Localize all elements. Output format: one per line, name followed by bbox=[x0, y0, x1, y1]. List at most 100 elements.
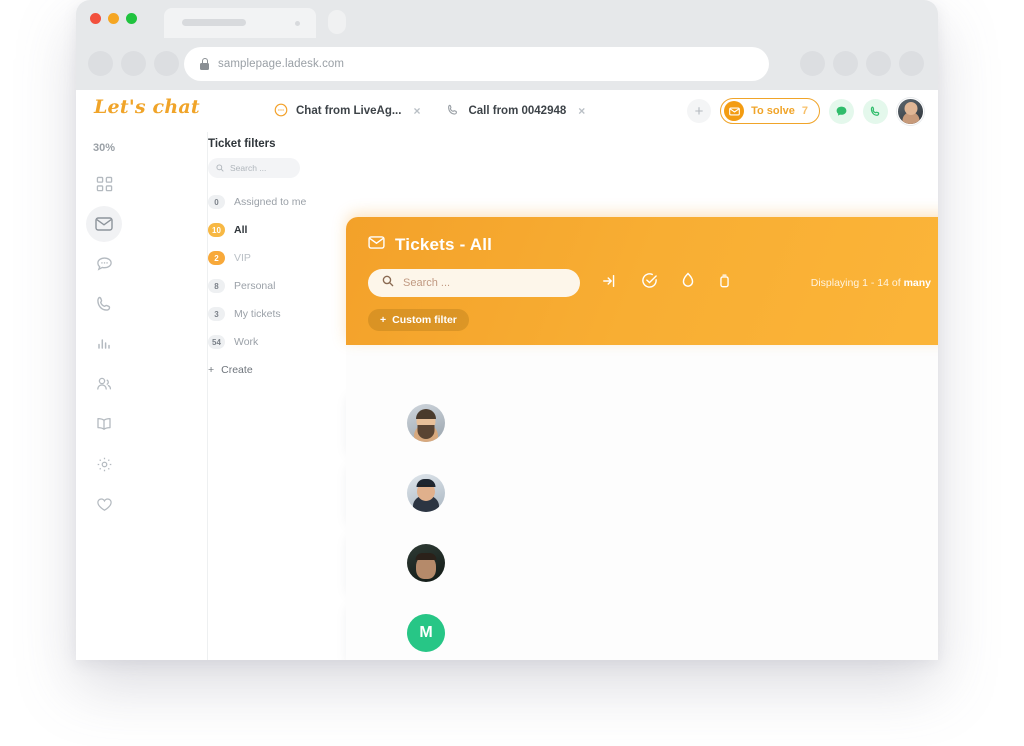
add-button[interactable]: + bbox=[687, 99, 712, 123]
search-icon bbox=[216, 159, 224, 177]
screenshot-root: samplepage.ladesk.com Let's chat Chat fr… bbox=[0, 0, 1024, 746]
close-window-button[interactable] bbox=[90, 13, 101, 24]
lock-icon bbox=[200, 58, 209, 70]
extension-button-1[interactable] bbox=[800, 51, 825, 76]
search-icon bbox=[382, 274, 394, 292]
chart-icon bbox=[96, 336, 112, 352]
filters-search-input[interactable]: Search ... bbox=[208, 158, 300, 178]
avatar bbox=[407, 544, 445, 582]
sidebar-item-tickets[interactable] bbox=[86, 206, 122, 242]
tab-label: Chat from LiveAg... bbox=[296, 105, 402, 117]
browser-extension-buttons[interactable] bbox=[800, 51, 924, 76]
filter-count-badge: 0 bbox=[208, 195, 225, 209]
mail-icon bbox=[368, 236, 385, 254]
sidebar-item-settings[interactable] bbox=[86, 446, 122, 482]
filter-label: My tickets bbox=[234, 308, 281, 320]
browser-tabstrip bbox=[76, 0, 938, 38]
chat-icon bbox=[96, 256, 113, 273]
grid-icon bbox=[96, 176, 113, 193]
avatar-initial: M bbox=[407, 614, 445, 652]
displaying-emphasis: many bbox=[903, 277, 931, 289]
maximize-window-button[interactable] bbox=[126, 13, 137, 24]
extension-button-2[interactable] bbox=[833, 51, 858, 76]
chat-bubble-icon bbox=[274, 103, 288, 120]
pagination-info: Displaying 1 - 14 of many bbox=[811, 273, 938, 293]
check-circle-icon[interactable] bbox=[641, 272, 658, 294]
tab-chat-from-liveagent[interactable]: Chat from LiveAg... × bbox=[274, 103, 420, 120]
custom-filter-label: Custom filter bbox=[392, 314, 457, 326]
filter-count-badge: 54 bbox=[208, 335, 225, 349]
sidebar-item-knowledge-base[interactable] bbox=[86, 406, 122, 442]
browser-tab[interactable] bbox=[164, 8, 316, 38]
conversation-tabs: Chat from LiveAg... × Call from 0042948 … bbox=[274, 90, 585, 132]
toolbar-icons bbox=[602, 272, 731, 294]
phone-icon bbox=[446, 103, 460, 120]
to-solve-badge[interactable]: To solve 7 bbox=[720, 98, 820, 124]
sidebar-item-customers[interactable] bbox=[86, 366, 122, 402]
window-controls[interactable] bbox=[90, 13, 137, 24]
trash-icon[interactable] bbox=[718, 273, 731, 294]
filter-item-assigned-to-me[interactable]: 0 Assigned to me bbox=[208, 190, 348, 214]
filter-item-vip[interactable]: 2 VIP bbox=[208, 246, 348, 270]
filter-item-work[interactable]: 54 Work bbox=[208, 330, 348, 354]
custom-filter-button[interactable]: + Custom filter bbox=[368, 309, 469, 331]
tickets-panel-header: Tickets - All Search ... Displaying 1 - … bbox=[346, 217, 938, 345]
ticket-filters-panel: Ticket filters Search ... 0 Assigned to … bbox=[132, 132, 306, 660]
login-arrow-icon[interactable] bbox=[602, 273, 618, 294]
icon-rail: 30% bbox=[76, 132, 132, 660]
sidebar-item-calls[interactable] bbox=[86, 286, 122, 322]
displaying-text: Displaying 1 - 14 of many bbox=[811, 277, 931, 289]
minimize-window-button[interactable] bbox=[108, 13, 119, 24]
heart-icon bbox=[96, 496, 113, 513]
browser-nav-buttons[interactable] bbox=[88, 51, 179, 76]
back-button[interactable] bbox=[88, 51, 113, 76]
extension-button-3[interactable] bbox=[866, 51, 891, 76]
chat-status-icon[interactable] bbox=[829, 98, 854, 124]
extension-button-4[interactable] bbox=[899, 51, 924, 76]
tab-close-icon[interactable]: × bbox=[413, 104, 420, 118]
reload-button[interactable] bbox=[154, 51, 179, 76]
filter-item-all[interactable]: 10 All bbox=[208, 218, 348, 242]
page-title-text: Tickets - All bbox=[395, 235, 493, 254]
filter-count-badge: 3 bbox=[208, 307, 225, 321]
filter-item-personal[interactable]: 8 Personal bbox=[208, 274, 348, 298]
app-header: Let's chat Chat from LiveAg... × Call fr… bbox=[76, 90, 938, 132]
sidebar-item-favorites[interactable] bbox=[86, 486, 122, 522]
address-bar[interactable]: samplepage.ladesk.com bbox=[184, 47, 769, 81]
sidebar-item-analytics[interactable] bbox=[86, 326, 122, 362]
tab-close-icon[interactable]: × bbox=[578, 104, 585, 118]
avatar[interactable] bbox=[897, 97, 924, 125]
filter-label: Personal bbox=[234, 280, 276, 292]
droplet-icon[interactable] bbox=[681, 272, 695, 294]
filter-label: All bbox=[234, 224, 248, 236]
filter-label: VIP bbox=[234, 252, 251, 264]
browser-toolbar: samplepage.ladesk.com bbox=[76, 38, 938, 90]
gear-icon bbox=[96, 456, 113, 473]
filter-item-my-tickets[interactable]: 3 My tickets bbox=[208, 302, 348, 326]
plus-icon: + bbox=[380, 314, 387, 326]
sidebar-item-chats[interactable] bbox=[86, 246, 122, 282]
app-header-actions: + To solve 7 bbox=[687, 90, 924, 132]
search-input[interactable]: Search ... bbox=[368, 269, 580, 297]
phone-status-icon[interactable] bbox=[863, 98, 888, 124]
avatar-initial-letter: M bbox=[419, 624, 433, 641]
filter-count-badge: 8 bbox=[208, 279, 225, 293]
new-tab-button[interactable] bbox=[328, 10, 346, 34]
create-filter-button[interactable]: + Create bbox=[208, 364, 348, 376]
to-solve-count: 7 bbox=[801, 105, 808, 117]
forward-button[interactable] bbox=[121, 51, 146, 76]
tickets-panel: Tickets - All Search ... Displaying 1 - … bbox=[346, 217, 938, 660]
app-logo: Let's chat bbox=[94, 96, 200, 118]
book-icon bbox=[95, 416, 113, 432]
browser-tab-title-placeholder bbox=[182, 19, 246, 26]
plus-icon: + bbox=[208, 364, 215, 376]
browser-tab-close-icon[interactable] bbox=[295, 21, 300, 26]
page-title: Tickets - All bbox=[368, 235, 938, 255]
create-filter-label: Create bbox=[221, 364, 253, 376]
avatar bbox=[407, 404, 445, 442]
sidebar-item-dashboard[interactable] bbox=[86, 166, 122, 202]
to-solve-label: To solve bbox=[751, 105, 795, 117]
ticket-filters-inner: Ticket filters Search ... 0 Assigned to … bbox=[208, 132, 348, 376]
tab-call-from-0042948[interactable]: Call from 0042948 × bbox=[446, 103, 585, 120]
filter-count-badge: 10 bbox=[208, 223, 225, 237]
